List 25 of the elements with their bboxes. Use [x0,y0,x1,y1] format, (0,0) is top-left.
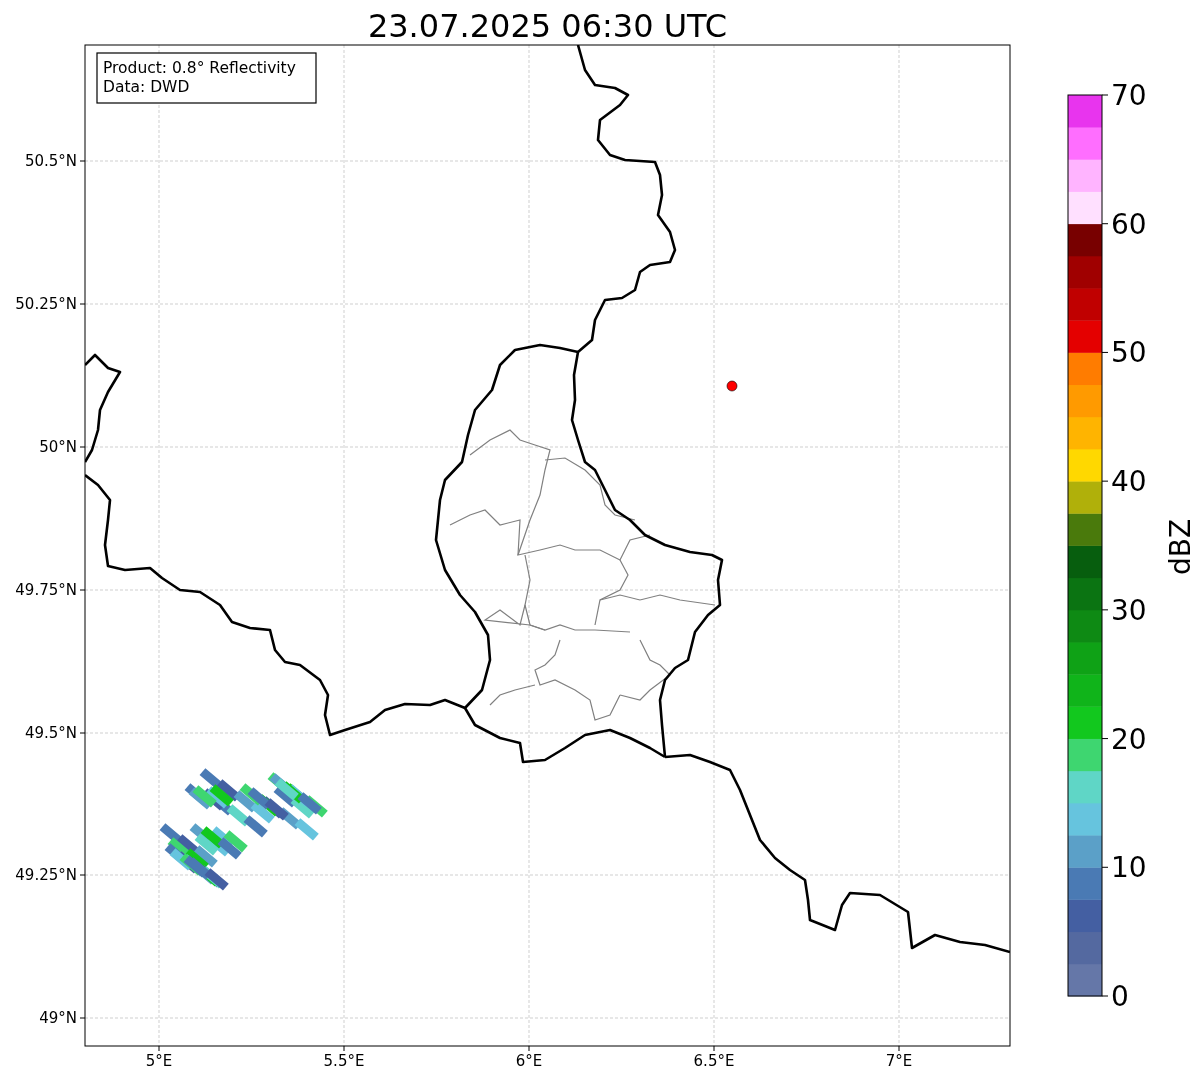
colorbar-tick-label: 30 [1111,593,1147,627]
axis-tick-label: 5.5°E [323,1052,365,1070]
axis-tick-label: 49°N [39,1009,77,1027]
axis-tick-label: 5°E [145,1052,173,1070]
axis-tick-label: 49.75°N [15,581,77,599]
info-box-text: Data: DWD [103,78,190,96]
axis-tick-label: 50°N [39,438,77,456]
axis-tick-label: 6°E [515,1052,543,1070]
colorbar-tick-label: 10 [1111,851,1147,885]
colorbar-tick-label: 50 [1111,336,1147,370]
radar-site-marker [726,380,738,392]
axis-tick-label: 50.25°N [15,295,77,313]
colorbar-label: dBZ [1164,518,1197,576]
colorbar-tick-label: 70 [1111,79,1147,112]
colorbar-tick-label: 20 [1111,722,1147,756]
colorbar-tick-label: 40 [1111,465,1147,499]
info-box-text: Product: 0.8° Reflectivity [103,59,296,77]
axis-tick-label: 49.5°N [24,724,77,742]
axis-tick-label: 6.5°E [693,1052,735,1070]
axis-tick-label: 7°E [885,1052,913,1070]
colorbar-tick-label: 0 [1111,980,1129,1013]
colorbar-tick-label: 60 [1111,207,1147,241]
chart-title: 23.07.2025 06:30 UTC [367,7,728,45]
axis-tick-label: 49.25°N [15,866,77,884]
axis-tick-label: 50.5°N [24,152,77,170]
